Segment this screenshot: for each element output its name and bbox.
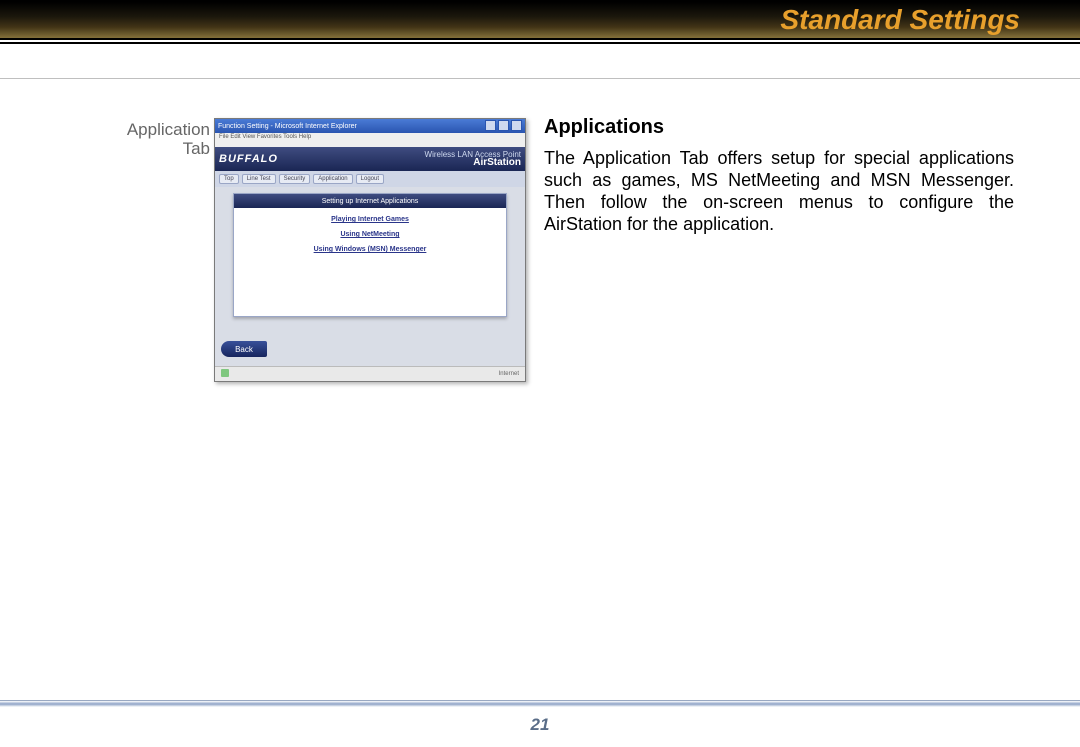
panel-link-1: Playing Internet Games <box>234 216 506 223</box>
screenshot-panel: Setting up Internet Applications Playing… <box>233 193 507 317</box>
status-left <box>221 369 232 379</box>
status-bar: Internet <box>215 366 525 381</box>
panel-header: Setting up Internet Applications <box>234 194 506 208</box>
tab-application: Application <box>313 174 352 184</box>
section-heading: Applications <box>544 116 1014 139</box>
footer-rule <box>0 701 1080 707</box>
brand-row: BUFFALO Wireless LAN Access PointAirStat… <box>215 147 525 171</box>
section-body: Applications The Application Tab offers … <box>544 116 1014 235</box>
window-titlebar: Function Setting - Microsoft Internet Ex… <box>215 119 525 133</box>
window-controls <box>483 120 522 133</box>
status-icon <box>221 369 229 377</box>
tab-top: Top <box>219 174 239 184</box>
max-icon <box>498 120 509 131</box>
product-label: Wireless LAN Access PointAirStation <box>425 151 521 167</box>
top-rule-3 <box>0 42 1080 44</box>
screenshot-thumbnail: Function Setting - Microsoft Internet Ex… <box>214 118 526 382</box>
section-paragraph: The Application Tab offers setup for spe… <box>544 147 1014 235</box>
header-band: Standard Settings <box>0 2 1080 38</box>
panel-link-3: Using Windows (MSN) Messenger <box>234 246 506 253</box>
status-right: Internet <box>499 371 519 377</box>
browser-menu: File Edit View Favorites Tools Help <box>215 133 525 147</box>
nav-tabs: Top Line Test Security Application Logou… <box>215 171 525 187</box>
window-title: Function Setting - Microsoft Internet Ex… <box>218 123 357 130</box>
min-icon <box>485 120 496 131</box>
close-icon <box>511 120 522 131</box>
header-underline <box>0 78 1080 79</box>
brand-logo: BUFFALO <box>219 153 278 165</box>
page-number: 21 <box>0 715 1080 735</box>
panel-link-2: Using NetMeeting <box>234 231 506 238</box>
tab-security: Security <box>279 174 311 184</box>
top-rule-2 <box>0 38 1080 40</box>
figure-caption: Application Tab <box>100 120 210 158</box>
back-button: Back <box>221 341 267 357</box>
chapter-title: Standard Settings <box>780 4 1020 36</box>
manual-page: { "header": { "chapter_title": "Standard… <box>0 0 1080 747</box>
tab-linetest: Line Test <box>242 174 276 184</box>
tab-logout: Logout <box>356 174 384 184</box>
